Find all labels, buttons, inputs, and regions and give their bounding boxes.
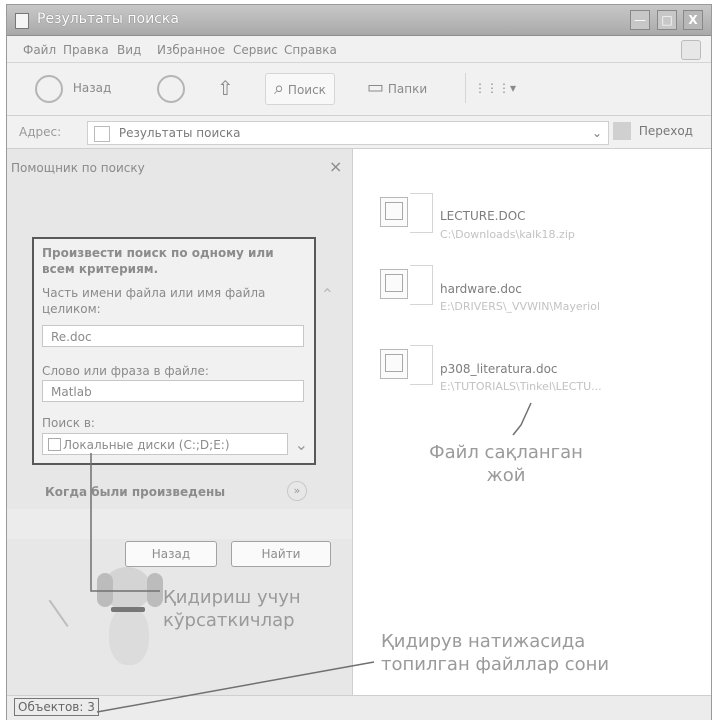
menu-edit[interactable]: Правка [63,43,109,57]
toolbar: Назад ⇧ ⌕ Поиск ▭ Папки ⋮⋮⋮▾ [7,63,711,116]
phrase-input[interactable]: Matlab [42,380,304,402]
dog-right-ear [147,573,163,607]
word-document-icon [380,269,408,299]
when-modified-link[interactable]: Когда были произведены [45,485,225,499]
result-file-1-path: C:\Downloads\kalk18.zip [440,228,575,241]
document-page-icon [410,265,433,305]
search-results-window: Результаты поиска — □ X Файл Правка Вид … [6,4,712,720]
search-companion-header: Помощник по поиску × [11,157,343,176]
address-bar: Адрес: Результаты поиска ⌄ Переход [7,116,711,149]
file-location-annotation: Файл сақланган жой [429,442,583,486]
document-page-icon [410,193,433,233]
search-assistant-dog[interactable] [85,559,175,689]
forward-button[interactable] [157,73,185,103]
pane-divider [7,509,352,539]
go-arrow-icon [613,122,631,140]
lookin-dropdown-icon[interactable]: ⌄ [295,435,308,454]
dog-body [109,607,149,665]
search-criteria-box: Произвести поиск по одному или всем крит… [32,237,334,465]
menu-bar: Файл Правка Вид Избранное Сервис Справка [7,36,711,63]
menu-file[interactable]: Файл [23,43,56,57]
up-folder-button[interactable]: ⇧ [217,73,234,103]
status-bar: Объектов: 3 [7,695,711,720]
expand-icon[interactable]: » [287,481,307,501]
views-icon: ⋮⋮⋮▾ [474,81,517,95]
windows-logo-icon [681,40,701,60]
lookin-select[interactable]: Локальные диски (C:;D;E:) [42,433,288,455]
address-label: Адрес: [19,125,62,139]
result-file-3-name[interactable]: p308_literatura.doc [440,362,558,376]
result-file-2-path: E:\DRIVERS\_VVWIN\Mayeriol [440,300,601,313]
pane-close-icon[interactable]: × [329,157,342,176]
go-button[interactable]: Переход [613,122,693,140]
forward-arrow-icon [157,74,185,103]
filename-input[interactable]: Re.doc [42,325,304,347]
address-input[interactable]: Результаты поиска ⌄ [87,121,609,145]
dog-collar [111,607,145,612]
find-button[interactable]: Найти [231,541,331,567]
search-results-icon [94,125,110,142]
menu-help[interactable]: Справка [284,43,337,57]
object-count-status: Объектов: 3 [14,698,99,716]
search-companion-pane: Помощник по поиску × Произвести поиск по… [7,149,353,695]
result-file-3-path: E:\TUTORIALS\Tinkel\LECTU... [440,380,602,393]
menu-tools[interactable]: Сервис [233,43,278,57]
maximize-button[interactable]: □ [657,10,677,30]
result-count-annotation: Қидирув натижасида топилган файллар сони [381,631,610,675]
dog-left-ear [97,573,113,607]
menu-favorites[interactable]: Избранное [157,43,225,57]
result-file-1[interactable] [372,187,433,245]
collapse-criteria-icon[interactable]: ⌃ [321,285,334,304]
filename-label: Часть имени файла или имя файла целиком: [42,286,266,316]
search-button[interactable]: ⌕ Поиск [265,73,335,105]
views-button[interactable]: ⋮⋮⋮▾ [465,73,516,103]
document-page-icon [410,345,433,385]
title-bar: Результаты поиска — □ X [7,5,711,36]
close-button[interactable]: X [683,10,703,30]
drive-icon [48,438,61,451]
result-file-2-name[interactable]: hardware.doc [440,282,522,296]
result-file-3[interactable] [372,339,433,397]
up-folder-icon: ⇧ [217,76,234,100]
address-dropdown-icon[interactable]: ⌄ [592,122,602,144]
lookin-label: Поиск в: [42,416,95,430]
phrase-label: Слово или фраза в файле: [42,364,209,378]
back-arrow-icon [35,74,63,103]
search-criteria-annotation: Қидириш учун кўрсаткичлар [163,587,301,631]
speech-bubble-tail [47,599,69,628]
window-title: Результаты поиска [37,11,179,27]
result-file-1-name[interactable]: LECTURE.DOC [440,209,526,223]
search-icon: ⌕ [274,78,285,99]
word-document-icon [380,197,408,227]
window-icon [15,13,29,29]
menu-view[interactable]: Вид [117,43,141,57]
word-document-icon [380,349,408,379]
criteria-title: Произвести поиск по одному или всем крит… [42,246,274,276]
minimize-button[interactable]: — [630,10,650,30]
folders-button[interactable]: ▭ Папки [367,73,427,103]
result-file-2[interactable] [372,259,433,317]
folders-icon: ▭ [367,77,385,98]
back-button[interactable]: Назад [35,73,111,103]
results-pane: LECTURE.DOC C:\Downloads\kalk18.zip hard… [353,149,711,695]
